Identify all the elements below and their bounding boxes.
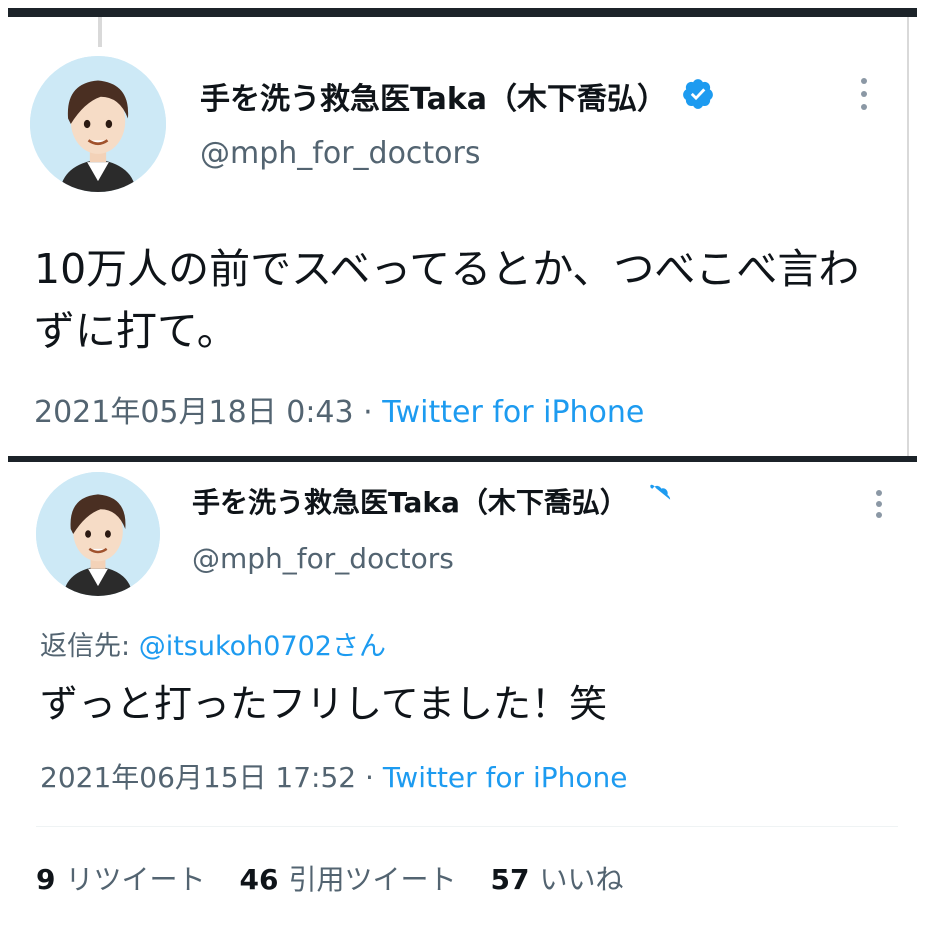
retweets-count: 9 (36, 863, 56, 896)
engagement-stats: 9 リツイート 46 引用ツイート 57 いいね (36, 858, 657, 898)
quotes-stat[interactable]: 46 引用ツイート (240, 858, 457, 898)
likes-label: いいね (539, 863, 624, 896)
quotes-label: 引用ツイート (288, 863, 457, 896)
verified-badge-icon (681, 77, 715, 115)
quotes-count: 46 (239, 863, 279, 896)
verified-badge-icon (642, 484, 672, 518)
tweet-1: 手を洗う救急医Taka（木下喬弘） @mph_for_doctors 10万人の… (0, 0, 933, 460)
timestamp[interactable]: 2021年05月18日 0:43 (34, 395, 354, 430)
reply-to: 返信先: @itsukoh0702さん (40, 624, 386, 663)
more-vertical-icon[interactable] (861, 78, 867, 110)
name-row: 手を洗う救急医Taka（木下喬弘） (200, 74, 715, 118)
avatar[interactable] (30, 56, 166, 192)
separator: · (363, 395, 373, 430)
name-row: 手を洗う救急医Taka（木下喬弘） (192, 480, 672, 522)
handle[interactable]: @mph_for_doctors (200, 136, 481, 171)
timestamp[interactable]: 2021年06月15日 17:52 (40, 761, 356, 794)
avatar-illustration (30, 56, 166, 192)
display-name[interactable]: 手を洗う救急医Taka（木下喬弘） (200, 74, 667, 118)
retweets-label: リツイート (65, 863, 206, 896)
handle[interactable]: @mph_for_doctors (192, 542, 454, 575)
tweet-meta: 2021年06月15日 17:52 · Twitter for iPhone (40, 756, 628, 796)
separator: · (365, 761, 374, 794)
source-link[interactable]: Twitter for iPhone (383, 761, 628, 794)
likes-stat[interactable]: 57 いいね (490, 858, 623, 898)
tweet-meta: 2021年05月18日 0:43 · Twitter for iPhone (34, 387, 644, 431)
retweets-stat[interactable]: 9 リツイート (36, 858, 206, 898)
reply-prefix: 返信先: (40, 631, 131, 662)
tweet-text: 10万人の前でスベってるとか、つべこべ言わずに打て。 (34, 245, 860, 355)
likes-count: 57 (490, 863, 530, 896)
reply-mention-link[interactable]: @itsukoh0702さん (139, 631, 386, 662)
display-name[interactable]: 手を洗う救急医Taka（木下喬弘） (192, 481, 628, 521)
tweet-text: ずっと打ったフリしてました！笑 (40, 682, 607, 726)
more-vertical-icon[interactable] (876, 490, 882, 518)
avatar-illustration (36, 472, 160, 596)
source-link[interactable]: Twitter for iPhone (382, 395, 644, 430)
stats-divider (36, 826, 898, 827)
avatar[interactable] (36, 472, 160, 596)
